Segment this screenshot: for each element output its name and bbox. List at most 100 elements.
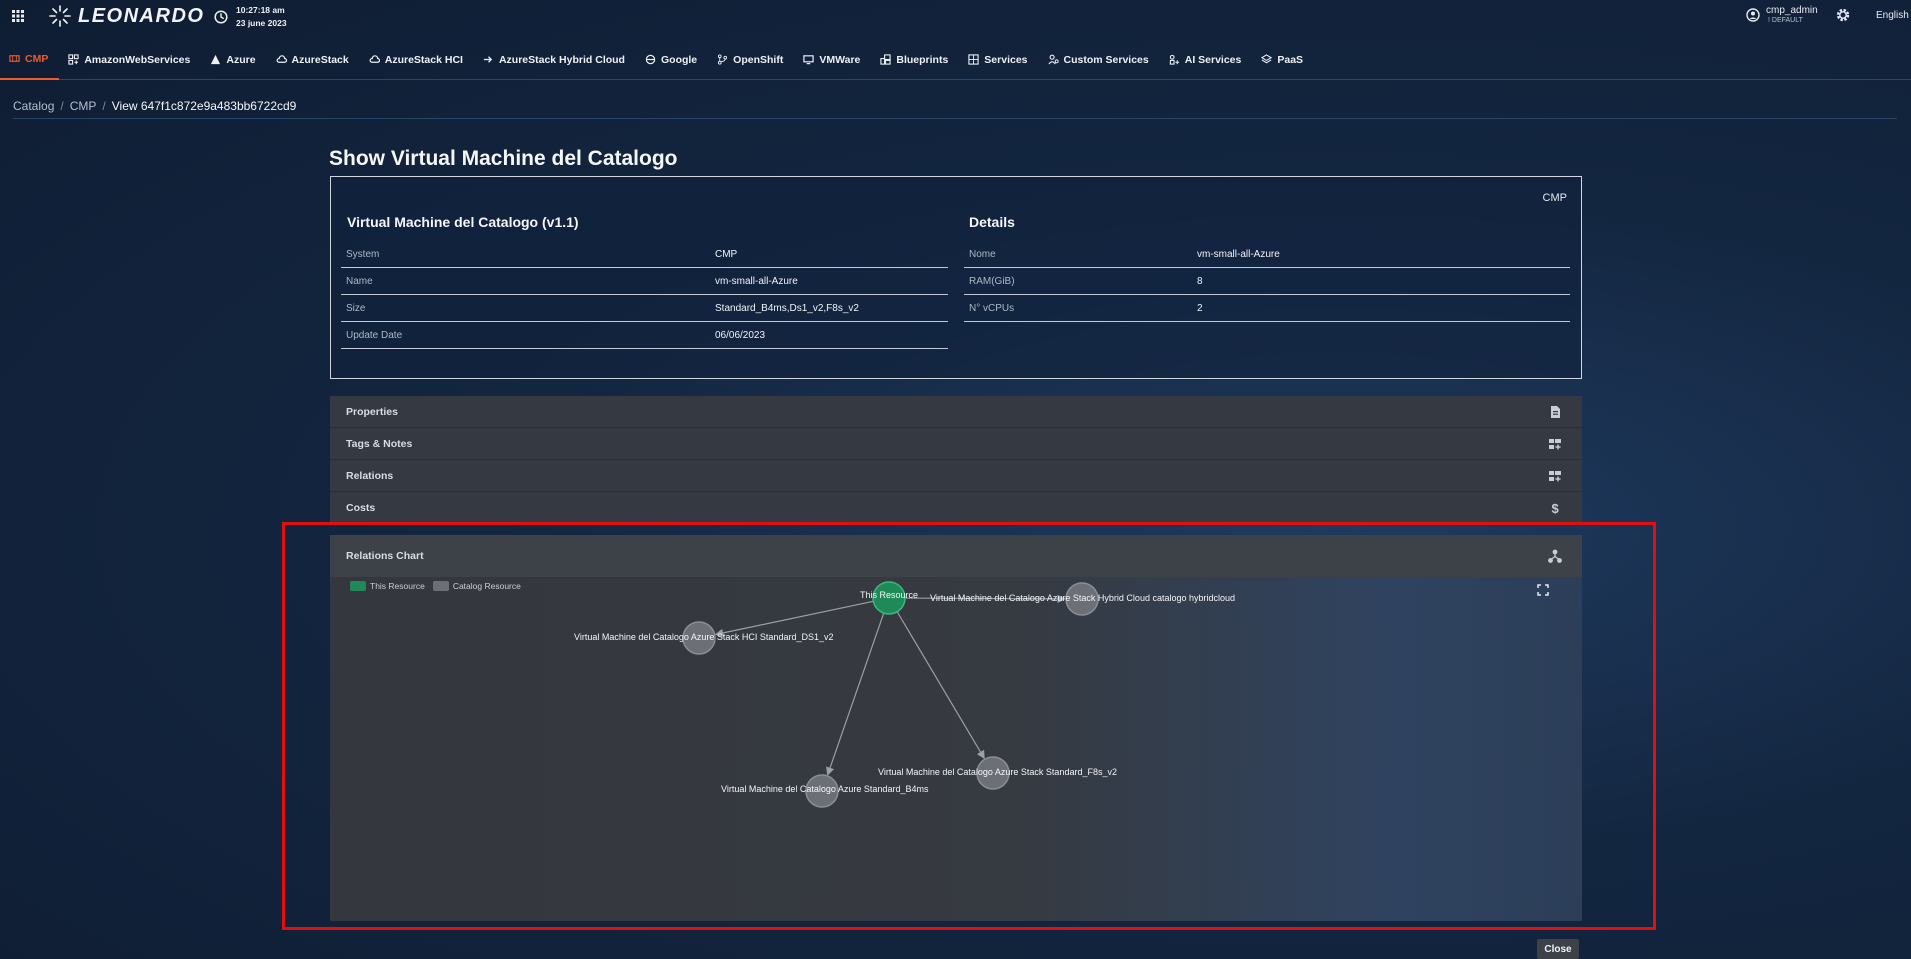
blueprint-icon bbox=[880, 54, 892, 65]
language-selector[interactable]: English bbox=[1876, 10, 1909, 21]
graph-node-label: Virtual Machine del Catalogo Azure Stack… bbox=[878, 767, 1117, 777]
hybrid-icon bbox=[483, 56, 493, 63]
settings-gear-icon[interactable] bbox=[1835, 7, 1851, 23]
nav-item-vmware[interactable]: VMWare bbox=[794, 40, 871, 80]
relation-edge bbox=[896, 611, 985, 760]
close-button[interactable]: Close bbox=[1537, 939, 1579, 959]
section-relations-label: Relations bbox=[346, 469, 394, 482]
section-tags-notes-label: Tags & Notes bbox=[346, 437, 413, 450]
ai-icon bbox=[1169, 54, 1179, 65]
breadcrumb-divider bbox=[13, 118, 1897, 119]
nav-item-cmp[interactable]: CMP bbox=[0, 40, 60, 80]
row-value: 8 bbox=[1197, 275, 1203, 287]
details-card: CMP Virtual Machine del Catalogo (v1.1) … bbox=[330, 176, 1582, 379]
nav-item-label: AzureStack HCI bbox=[384, 53, 463, 66]
nav-item-services[interactable]: Services bbox=[959, 40, 1038, 80]
clock: 10:27:18 am 23 june 2023 bbox=[214, 4, 287, 30]
resource-title: Virtual Machine del Catalogo (v1.1) bbox=[347, 214, 579, 230]
leonardo-logo[interactable]: LEONARDO bbox=[48, 4, 204, 28]
breadcrumb-separator: / bbox=[102, 99, 106, 113]
add-grid-icon bbox=[1549, 438, 1561, 449]
azure-icon bbox=[211, 54, 221, 65]
table-row: RAM(GiB) 8 bbox=[964, 268, 1570, 295]
custom-services-icon bbox=[1047, 54, 1059, 65]
details-title: Details bbox=[969, 214, 1015, 230]
row-key: Size bbox=[346, 302, 366, 314]
branch-icon bbox=[718, 54, 728, 65]
nav-item-blueprints[interactable]: Blueprints bbox=[871, 40, 959, 80]
monitor-icon bbox=[803, 55, 815, 65]
row-key: Name bbox=[346, 275, 373, 287]
section-costs-label: Costs bbox=[346, 501, 376, 514]
dollar-icon: $ bbox=[1552, 501, 1560, 515]
google-icon bbox=[645, 54, 656, 65]
nav-item-azure[interactable]: Azure bbox=[201, 40, 266, 80]
nav-item-azurestack[interactable]: AzureStack bbox=[267, 40, 360, 80]
relations-graph[interactable]: This Resource Virtual Machine del Catalog… bbox=[330, 535, 1582, 921]
details-table: Nome vm-small-all-Azure RAM(GiB) 8 N° vCPUs 2 bbox=[964, 241, 1570, 322]
document-icon bbox=[1551, 405, 1560, 418]
row-value: Standard_B4ms,Ds1_v2,F8s_v2 bbox=[715, 302, 859, 314]
relation-edge bbox=[714, 600, 874, 638]
cloud-icon bbox=[369, 55, 380, 63]
section-properties-label: Properties bbox=[346, 405, 398, 418]
row-key: RAM(GiB) bbox=[969, 275, 1015, 287]
nav-item-label: Google bbox=[660, 53, 698, 66]
table-row: System CMP bbox=[341, 241, 948, 268]
fullscreen-icon[interactable] bbox=[1537, 584, 1549, 596]
clock-time: 10:27:18 am bbox=[236, 5, 285, 15]
leonardo-logo-icon bbox=[49, 5, 71, 27]
nav-item-label: AzureStack Hybrid Cloud bbox=[498, 53, 625, 66]
nav-item-label: CMP bbox=[25, 52, 49, 65]
section-relations[interactable]: Relations bbox=[330, 460, 1582, 492]
legend-swatch-this-resource bbox=[350, 581, 366, 591]
row-value: vm-small-all-Azure bbox=[715, 275, 798, 287]
legend-catalog-resource: Catalog Resource bbox=[452, 581, 521, 591]
table-row: Size Standard_B4ms,Ds1_v2,F8s_v2 bbox=[341, 295, 948, 322]
add-grid-icon bbox=[1549, 470, 1561, 481]
nav-item-openshift[interactable]: OpenShift bbox=[708, 40, 794, 80]
user-menu[interactable]: cmp_admin ! DEFAULT bbox=[1746, 5, 1818, 25]
apps-grid-icon[interactable] bbox=[12, 10, 24, 22]
nav-item-azurestack-hci[interactable]: AzureStack HCI bbox=[360, 40, 474, 80]
breadcrumb: Catalog / CMP / View 647f1c872e9a483bb67… bbox=[13, 99, 296, 113]
nav-item-label: AI Services bbox=[1184, 53, 1242, 66]
row-key: N° vCPUs bbox=[969, 302, 1015, 314]
nav-item-azurestack-hybrid-cloud[interactable]: AzureStack Hybrid Cloud bbox=[474, 40, 636, 80]
relation-edge bbox=[826, 612, 885, 776]
nav-item-label: Services bbox=[984, 53, 1028, 66]
nav-item-label: AmazonWebServices bbox=[84, 53, 191, 66]
legend-swatch-catalog-resource bbox=[432, 581, 449, 591]
section-costs[interactable]: Costs $ bbox=[330, 492, 1582, 524]
section-properties[interactable]: Properties bbox=[330, 396, 1582, 428]
breadcrumb-catalog[interactable]: Catalog bbox=[13, 99, 54, 113]
logo-text: LEONARDO bbox=[78, 4, 205, 27]
page-title: Show Virtual Machine del Catalogo bbox=[329, 147, 678, 170]
nav-item-label: VMWare bbox=[819, 53, 861, 66]
graph-node-label: Virtual Machine del Catalogo Azure Stack… bbox=[574, 632, 833, 642]
nav-item-label: PaaS bbox=[1277, 53, 1304, 66]
relations-chart-panel: Relations Chart This Resource Virtual Mac… bbox=[330, 535, 1582, 921]
services-icon bbox=[968, 54, 979, 65]
cloud-icon bbox=[276, 55, 287, 63]
row-key: Update Date bbox=[346, 329, 403, 341]
nav-item-ai-services[interactable]: AI Services bbox=[1160, 40, 1253, 80]
table-row: N° vCPUs 2 bbox=[964, 295, 1570, 322]
table-row: Update Date 06/06/2023 bbox=[341, 322, 948, 349]
nav-item-label: Blueprints bbox=[896, 53, 949, 66]
nav-item-google[interactable]: Google bbox=[636, 40, 708, 80]
user-name: cmp_admin bbox=[1766, 5, 1818, 16]
row-value: 06/06/2023 bbox=[715, 329, 766, 341]
nav-item-custom-services[interactable]: Custom Services bbox=[1039, 40, 1160, 80]
nav-item-label: Azure bbox=[226, 53, 256, 66]
user-avatar-icon bbox=[1746, 8, 1760, 22]
breadcrumb-cmp[interactable]: CMP bbox=[70, 99, 97, 113]
section-tags-notes[interactable]: Tags & Notes bbox=[330, 428, 1582, 460]
table-row: Name vm-small-all-Azure bbox=[341, 268, 948, 295]
table-row: Nome vm-small-all-Azure bbox=[964, 241, 1570, 268]
nav-item-label: AzureStack bbox=[291, 53, 349, 66]
row-key: System bbox=[346, 248, 380, 260]
top-bar: LEONARDO 10:27:18 am 23 june 2023 cmp_ad… bbox=[0, 0, 1911, 38]
nav-item-paas[interactable]: PaaS bbox=[1252, 40, 1314, 80]
nav-item-amazonwebservices[interactable]: AmazonWebServices bbox=[59, 40, 201, 80]
